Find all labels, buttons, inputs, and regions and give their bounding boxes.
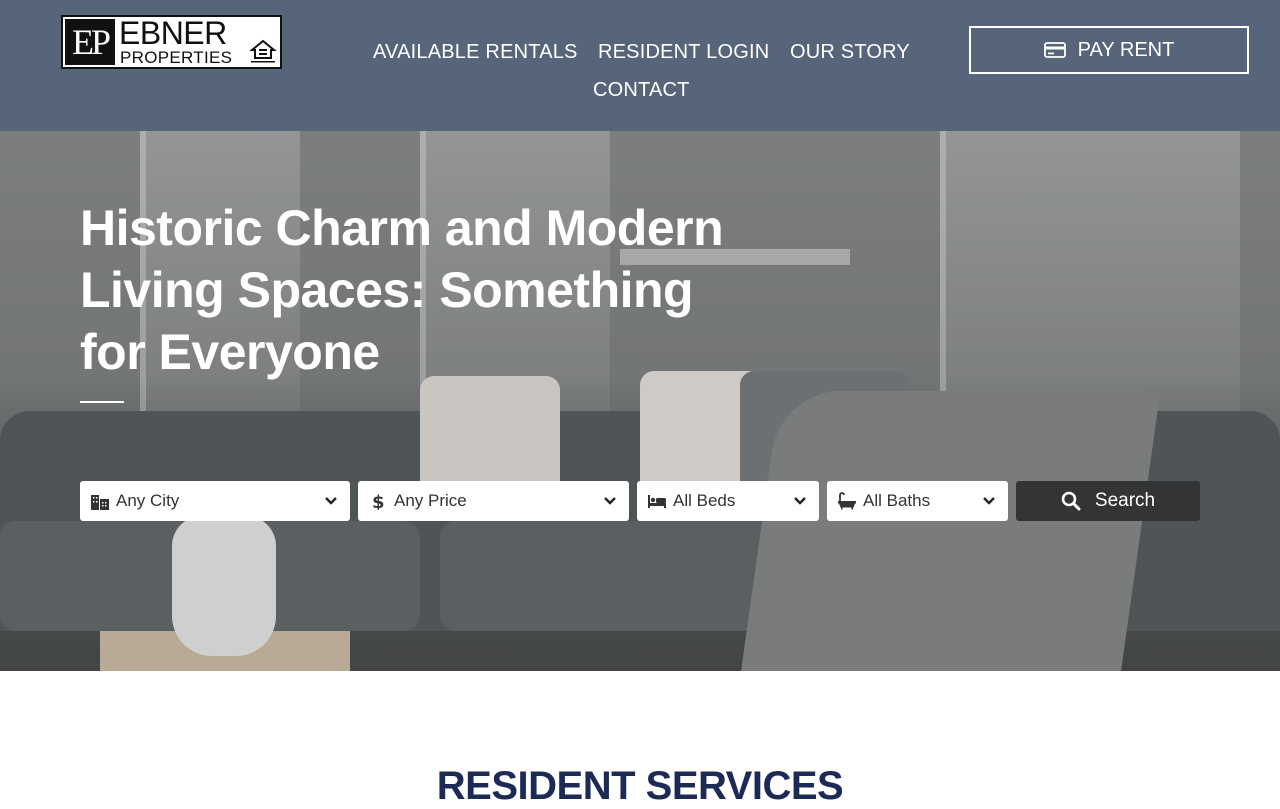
site-header: EP EBNER PROPERTIES AVAILABLE RENTALS RE… <box>0 0 1280 131</box>
resident-services-title: RESIDENT SERVICES <box>436 764 844 808</box>
search-button[interactable]: Search <box>1016 481 1200 521</box>
beds-select-value: All Beds <box>673 491 736 510</box>
chevron-down-icon <box>604 497 616 505</box>
chevron-down-icon <box>983 497 995 505</box>
building-icon <box>91 495 109 510</box>
hero-window-right <box>940 131 1240 431</box>
baths-select[interactable]: All Baths <box>827 481 1008 521</box>
nav-available-rentals[interactable]: AVAILABLE RENTALS <box>373 40 578 64</box>
svg-text:$: $ <box>372 492 385 510</box>
ebner-properties-logo[interactable]: EP EBNER PROPERTIES <box>61 15 282 69</box>
beds-select[interactable]: All Beds <box>637 481 819 521</box>
dollar-icon: $ <box>372 492 385 510</box>
logo-name-line1: EBNER <box>119 15 227 51</box>
city-select[interactable]: Any City <box>80 481 350 521</box>
equal-housing-icon <box>249 39 277 63</box>
pay-rent-button[interactable]: PAY RENT <box>969 26 1249 74</box>
price-select-value: Any Price <box>394 491 467 510</box>
hero-throw-blanket <box>739 391 1161 671</box>
baths-select-value: All Baths <box>863 491 931 510</box>
logo-monogram: EP <box>65 19 115 65</box>
bath-icon <box>838 492 856 510</box>
bed-icon <box>648 495 666 508</box>
hero-sofa-seat-center <box>440 521 780 631</box>
chevron-down-icon <box>325 497 337 505</box>
hero-divider <box>80 401 124 403</box>
city-select-value: Any City <box>116 491 180 510</box>
hero-title: Historic Charm and Modern Living Spaces:… <box>80 200 724 380</box>
search-icon <box>1061 491 1081 511</box>
credit-card-icon <box>1043 42 1066 58</box>
nav-resident-login[interactable]: RESIDENT LOGIN <box>598 40 769 64</box>
search-button-label: Search <box>1094 490 1156 511</box>
hero-pillow-light <box>420 376 560 496</box>
price-select[interactable]: $ Any Price <box>358 481 629 521</box>
nav-our-story[interactable]: OUR STORY <box>790 40 910 64</box>
chevron-down-icon <box>794 497 806 505</box>
logo-name-line2: PROPERTIES <box>120 48 233 67</box>
nav-contact[interactable]: CONTACT <box>593 78 690 102</box>
hero-vase <box>172 516 276 656</box>
pay-rent-label: PAY RENT <box>1077 38 1175 61</box>
